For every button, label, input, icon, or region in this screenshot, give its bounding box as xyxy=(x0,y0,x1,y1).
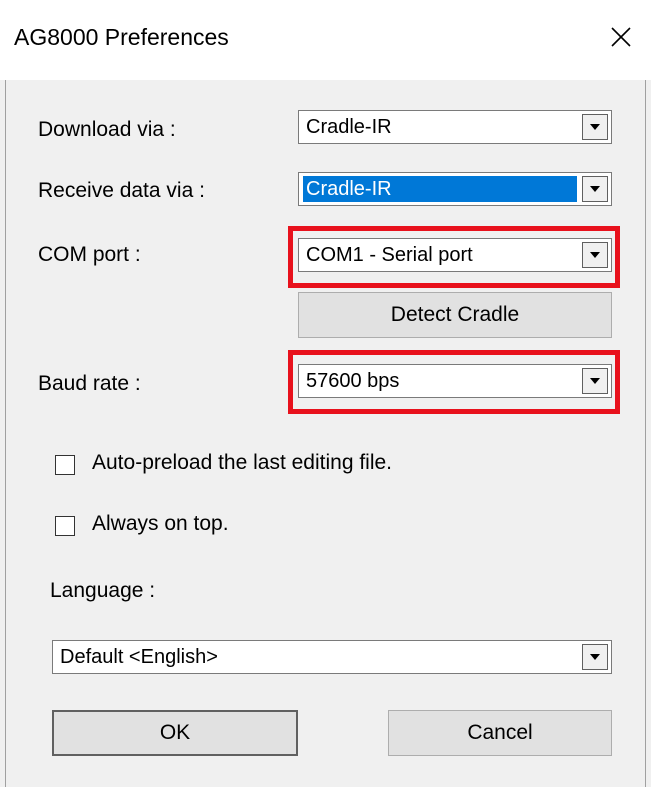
language-select[interactable]: Default <English> xyxy=(52,640,612,674)
download-via-value: Cradle-IR xyxy=(306,116,392,138)
baud-rate-label: Baud rate : xyxy=(38,372,141,395)
ok-button[interactable]: OK xyxy=(52,710,298,756)
chevron-down-icon xyxy=(590,252,600,258)
receive-data-via-dropdown-arrow[interactable] xyxy=(582,176,608,202)
receive-data-via-value: Cradle-IR xyxy=(303,176,577,202)
always-on-top-checkbox[interactable] xyxy=(55,516,75,536)
chevron-down-icon xyxy=(590,186,600,192)
window-border-right xyxy=(645,80,646,787)
com-port-dropdown-arrow[interactable] xyxy=(582,242,608,268)
language-label: Language : xyxy=(50,579,156,602)
close-button[interactable] xyxy=(596,12,646,62)
chevron-down-icon xyxy=(590,124,600,130)
detect-cradle-button[interactable]: Detect Cradle xyxy=(298,292,612,338)
cancel-button[interactable]: Cancel xyxy=(388,710,612,756)
language-value: Default <English> xyxy=(60,646,218,668)
title-bar: AG8000 Preferences xyxy=(0,0,651,80)
com-port-label: COM port : xyxy=(38,243,141,266)
com-port-select[interactable]: COM1 - Serial port xyxy=(298,238,612,272)
com-port-value: COM1 - Serial port xyxy=(306,244,473,266)
chevron-down-icon xyxy=(590,378,600,384)
baud-rate-value: 57600 bps xyxy=(306,370,400,392)
always-on-top-label[interactable]: Always on top. xyxy=(92,512,229,536)
download-via-dropdown-arrow[interactable] xyxy=(582,114,608,140)
baud-rate-dropdown-arrow[interactable] xyxy=(582,368,608,394)
close-icon xyxy=(611,27,631,47)
baud-rate-select[interactable]: 57600 bps xyxy=(298,364,612,398)
download-via-select[interactable]: Cradle-IR xyxy=(298,110,612,144)
download-via-label: Download via : xyxy=(38,118,176,141)
window-title: AG8000 Preferences xyxy=(14,24,229,50)
receive-data-via-select[interactable]: Cradle-IR xyxy=(298,172,612,206)
receive-data-via-label: Receive data via : xyxy=(38,179,205,202)
language-dropdown-arrow[interactable] xyxy=(582,644,608,670)
window-border-left xyxy=(5,80,6,787)
chevron-down-icon xyxy=(590,654,600,660)
auto-preload-checkbox[interactable] xyxy=(55,455,75,475)
preferences-dialog: AG8000 Preferences Download via : Cradle… xyxy=(0,0,651,787)
auto-preload-label[interactable]: Auto-preload the last editing file. xyxy=(92,451,392,475)
